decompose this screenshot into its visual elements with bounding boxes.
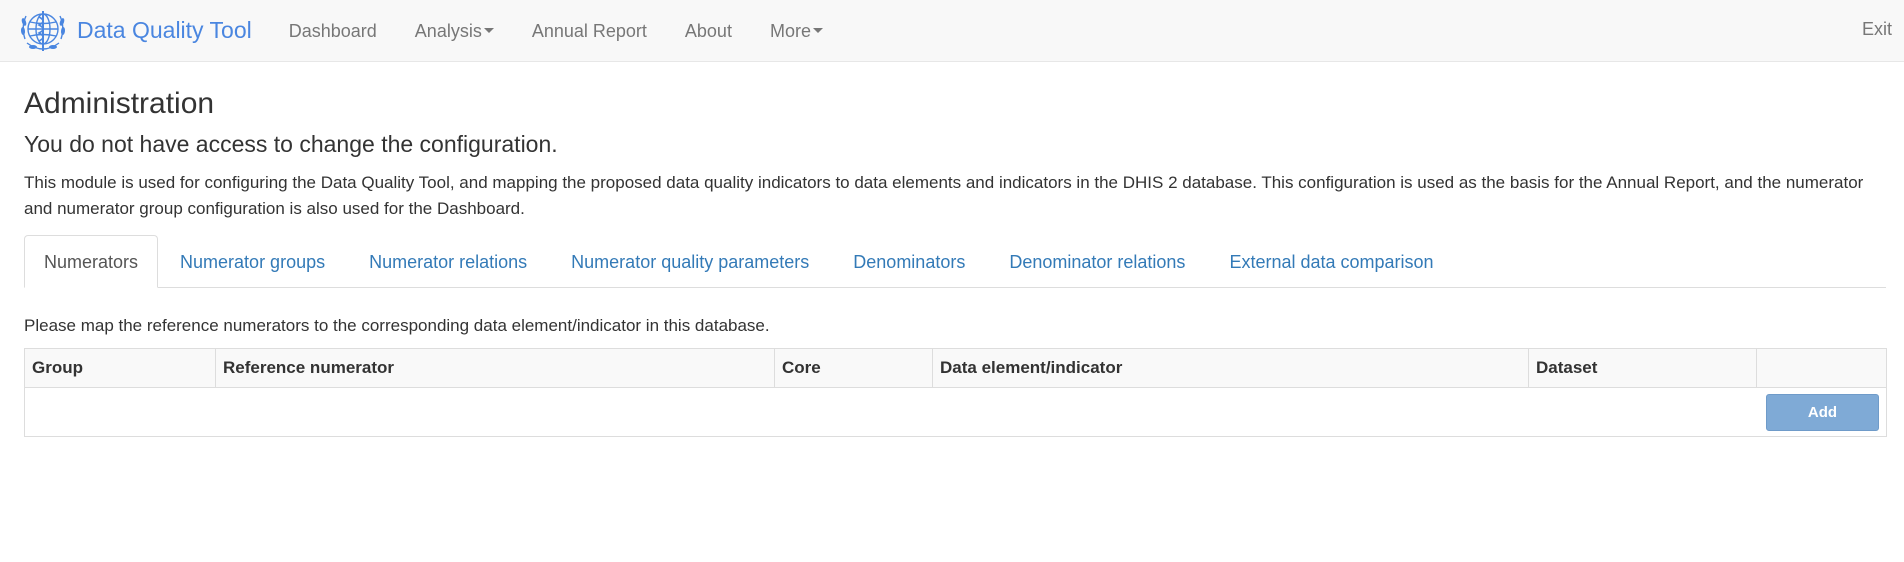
access-warning: You do not have access to change the con… [24,131,558,157]
main-nav: Dashboard Analysis Annual Report About M… [270,0,842,62]
nav-about-label: About [684,20,732,41]
table-row: Add [24,387,1887,437]
tab-numerators[interactable]: Numerators [24,235,159,288]
caret-down-icon [483,28,494,33]
table-header-row: Group Reference numerator Core Data elem… [24,348,1887,388]
page-title: Administration [24,87,215,120]
add-cell: Add [1756,387,1887,437]
column-header-dataset: Dataset [1528,348,1757,388]
nav-annual-report[interactable]: Annual Report [513,0,666,62]
admin-tabs: Numerators Numerator groups Numerator re… [24,235,1886,288]
column-header-group: Group [24,348,216,388]
top-navbar: Data Quality Tool Dashboard Analysis Ann… [0,0,1904,62]
column-header-core: Core [774,348,933,388]
tab-numerator-groups[interactable]: Numerator groups [158,235,347,287]
nav-more-label: More [769,20,811,41]
caret-down-icon [812,28,823,33]
numerators-instruction: Please map the reference numerators to t… [24,316,770,335]
brand-title: Data Quality Tool [77,17,252,43]
brand-link[interactable]: Data Quality Tool [17,0,252,62]
nav-more-dropdown[interactable]: More [751,0,842,62]
empty-cell [24,387,1757,437]
tab-numerator-quality-parameters[interactable]: Numerator quality parameters [549,235,831,287]
add-button[interactable]: Add [1766,393,1879,431]
nav-analysis-dropdown[interactable]: Analysis [396,0,513,62]
nav-annual-report-label: Annual Report [531,20,647,41]
tab-numerator-relations[interactable]: Numerator relations [347,235,549,287]
who-emblem-icon [20,10,66,51]
tab-external-data-comparison[interactable]: External data comparison [1207,235,1455,287]
nav-dashboard[interactable]: Dashboard [270,0,396,62]
nav-about[interactable]: About [666,0,751,62]
exit-link[interactable]: Exit [1862,0,1892,58]
column-header-actions [1756,348,1887,388]
column-header-data-element: Data element/indicator [932,348,1529,388]
nav-analysis-label: Analysis [414,20,482,41]
main-content: Administration You do not have access to… [0,86,1904,437]
numerators-table: Group Reference numerator Core Data elem… [24,348,1887,437]
module-description: This module is used for configuring the … [24,173,1864,218]
tab-denominator-relations[interactable]: Denominator relations [987,235,1207,287]
tab-denominators[interactable]: Denominators [831,235,987,287]
nav-dashboard-label: Dashboard [288,20,377,41]
column-header-reference-numerator: Reference numerator [215,348,775,388]
